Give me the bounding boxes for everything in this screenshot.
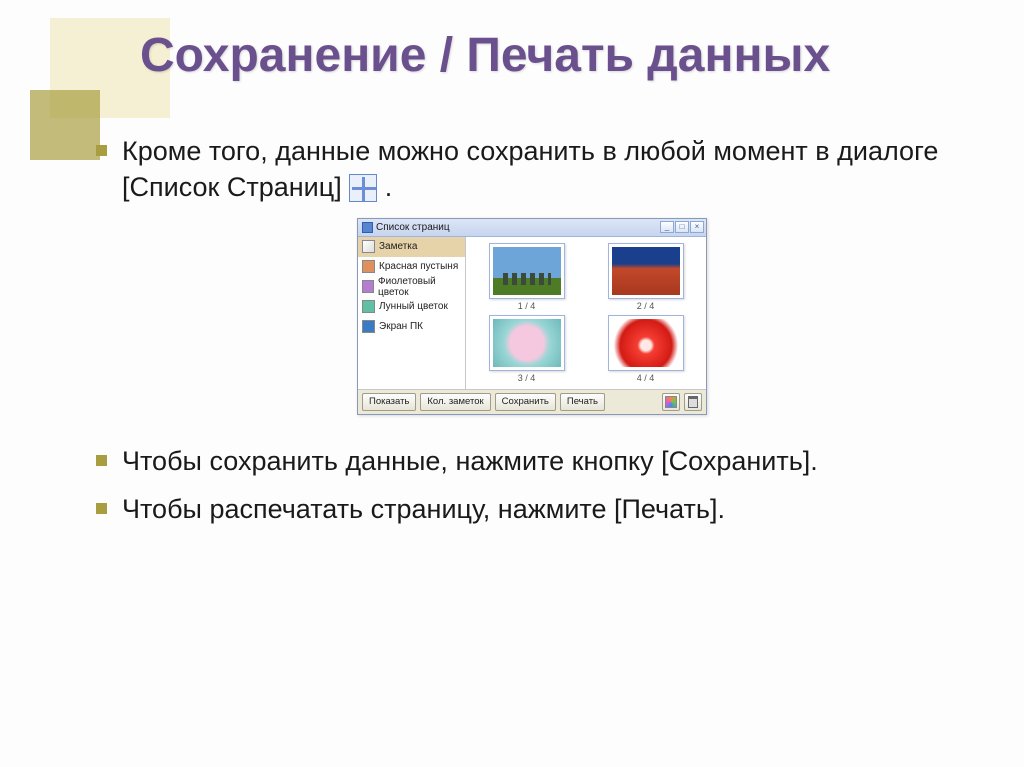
bullet-text: Кроме того, данные можно сохранить в люб… <box>122 136 938 202</box>
thumbnail-label: 3 / 4 <box>489 373 565 383</box>
thumbnail-image <box>612 247 680 295</box>
sidebar-item-label: Красная пустыня <box>379 261 458 272</box>
slide-title: Сохранение / Печать данных <box>140 30 974 83</box>
sidebar-item[interactable]: Фиолетовый цветок <box>358 277 465 297</box>
thumbnail-label: 1 / 4 <box>489 301 565 311</box>
sidebar-item-label: Заметка <box>379 241 417 252</box>
window-icon <box>362 222 373 233</box>
close-button[interactable]: × <box>690 221 704 233</box>
dialog-sidebar: Заметка Красная пустыня Фиолетовый цвето… <box>358 237 466 389</box>
thumbnail-icon <box>362 320 375 333</box>
maximize-button[interactable]: □ <box>675 221 689 233</box>
bullet-item: Кроме того, данные можно сохранить в люб… <box>90 133 974 206</box>
thumbnail-cell[interactable]: 1 / 4 <box>489 243 565 311</box>
bullet-item: Чтобы распечатать страницу, нажмите [Печ… <box>90 491 974 527</box>
thumbnail-image <box>612 319 680 367</box>
bullet-text: Чтобы сохранить данные, нажмите кнопку [… <box>122 446 818 476</box>
thumbnail-label: 4 / 4 <box>608 373 684 383</box>
bullet-list: Кроме того, данные можно сохранить в люб… <box>90 133 974 206</box>
delete-button[interactable] <box>684 393 702 411</box>
thumbnail-cell[interactable]: 2 / 4 <box>608 243 684 311</box>
thumbnail-image <box>493 319 561 367</box>
save-button[interactable]: Сохранить <box>495 393 556 411</box>
sidebar-item[interactable]: Заметка <box>358 237 465 257</box>
bullet-text: Чтобы распечатать страницу, нажмите [Печ… <box>122 494 725 524</box>
thumbnail-image <box>493 247 561 295</box>
dialog-titlebar: Список страниц _ □ × <box>358 219 706 237</box>
slide: Сохранение / Печать данных Кроме того, д… <box>0 0 1024 767</box>
sidebar-item[interactable]: Лунный цветок <box>358 297 465 317</box>
color-settings-button[interactable] <box>662 393 680 411</box>
bullet-item: Чтобы сохранить данные, нажмите кнопку [… <box>90 443 974 479</box>
sidebar-item-label: Экран ПК <box>379 321 423 332</box>
rename-button[interactable]: Кол. заметок <box>420 393 490 411</box>
thumbnail-label: 2 / 4 <box>608 301 684 311</box>
print-button[interactable]: Печать <box>560 393 605 411</box>
page-list-dialog: Список страниц _ □ × Заметка Красная <box>357 218 707 415</box>
sidebar-item-label: Фиолетовый цветок <box>378 276 461 298</box>
sidebar-item-label: Лунный цветок <box>379 301 448 312</box>
dialog-button-bar: Показать Кол. заметок Сохранить Печать <box>358 389 706 414</box>
window-buttons: _ □ × <box>660 221 704 233</box>
dialog-title: Список страниц <box>376 222 450 233</box>
thumbnail-cell[interactable]: 4 / 4 <box>608 315 684 383</box>
thumbnail-cell[interactable]: 3 / 4 <box>489 315 565 383</box>
show-button[interactable]: Показать <box>362 393 416 411</box>
thumbnail-icon <box>362 300 375 313</box>
minimize-button[interactable]: _ <box>660 221 674 233</box>
dialog-main: 1 / 4 2 / 4 3 / 4 4 / 4 <box>466 237 706 389</box>
page-list-icon <box>349 174 377 202</box>
note-icon <box>362 240 375 253</box>
thumbnail-grid: 1 / 4 2 / 4 3 / 4 4 / 4 <box>470 243 702 383</box>
sidebar-item[interactable]: Экран ПК <box>358 317 465 337</box>
sidebar-item[interactable]: Красная пустыня <box>358 257 465 277</box>
colors-icon <box>665 396 677 408</box>
trash-icon <box>688 396 698 408</box>
dialog-screenshot: Список страниц _ □ × Заметка Красная <box>90 218 974 415</box>
bullet-list: Чтобы сохранить данные, нажмите кнопку [… <box>90 443 974 528</box>
thumbnail-icon <box>362 280 374 293</box>
thumbnail-icon <box>362 260 375 273</box>
